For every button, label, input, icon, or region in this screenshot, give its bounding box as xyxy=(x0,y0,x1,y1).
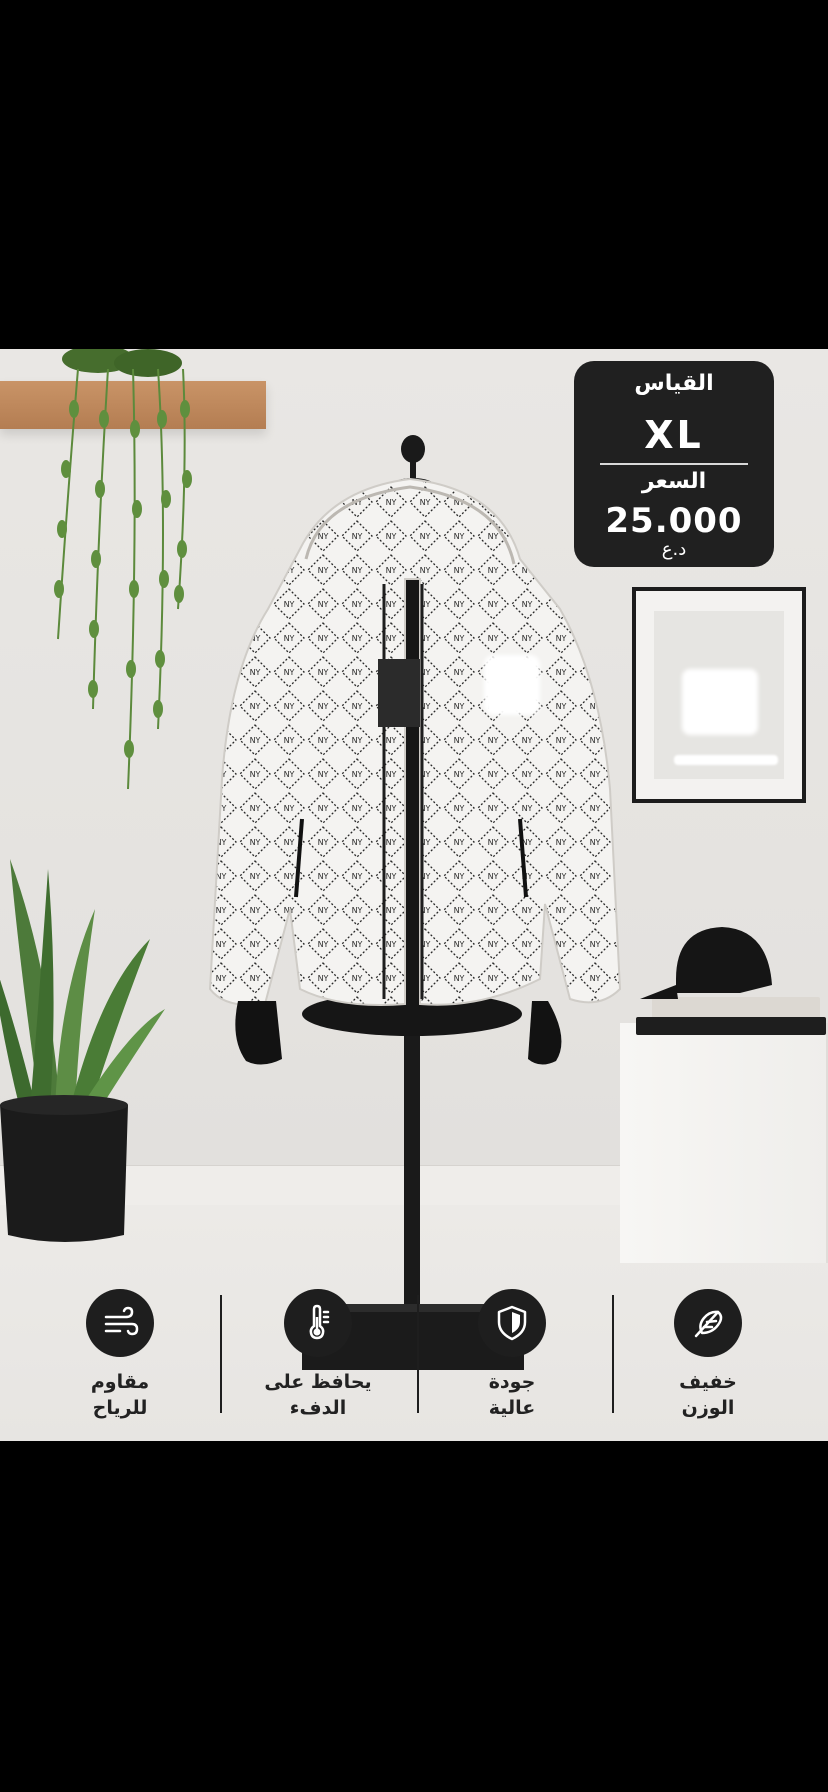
feature-wind-resistant: مقاوم للرياح xyxy=(40,1289,200,1421)
feature-separator xyxy=(417,1295,419,1413)
feature-line2: عالية xyxy=(488,1397,536,1419)
feature-separator xyxy=(612,1295,614,1413)
feature-line1: مقاوم xyxy=(90,1371,150,1393)
product-photo: القياس XL السعر 25.000 د.ع NY xyxy=(0,349,828,1441)
feature-keeps-warm: يحافظ على الدفء xyxy=(238,1289,398,1421)
blurred-logo xyxy=(484,655,540,715)
potted-plant xyxy=(0,859,165,1242)
feature-line1: جودة xyxy=(488,1371,536,1393)
mannequin-scene: NY xyxy=(0,435,826,1370)
shield-icon xyxy=(478,1289,546,1357)
features-row: مقاوم للرياح يحافظ على الدفء جودة عالية خفي… xyxy=(0,1289,828,1429)
feature-separator xyxy=(220,1295,222,1413)
feature-line2: الدفء xyxy=(289,1397,347,1419)
feather-icon xyxy=(674,1289,742,1357)
feature-lightweight: خفيف الوزن xyxy=(628,1289,788,1421)
cap-icon xyxy=(676,927,772,993)
feature-line2: الوزن xyxy=(681,1397,735,1419)
feature-high-quality: جودة عالية xyxy=(432,1289,592,1421)
thermometer-icon xyxy=(284,1289,352,1357)
wind-icon xyxy=(86,1289,154,1357)
feature-line1: يحافظ على xyxy=(264,1371,372,1393)
feature-line2: للرياح xyxy=(92,1397,148,1419)
price-tag xyxy=(378,659,420,727)
feature-line1: خفيف xyxy=(679,1371,737,1393)
